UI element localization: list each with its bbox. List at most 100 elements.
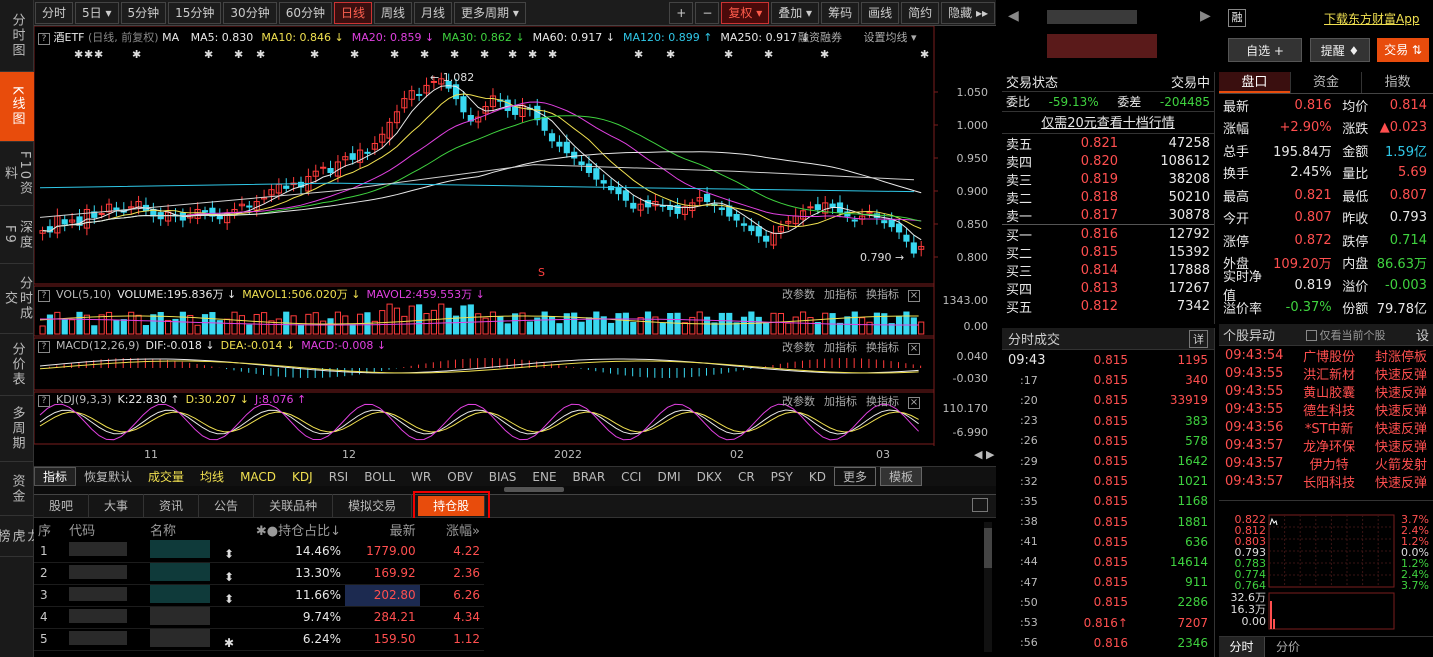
indicator-tab-17[interactable]: PSY [763, 470, 801, 484]
kdj-help-icon[interactable]: ? [38, 395, 50, 407]
indicator-tab-15[interactable]: DKX [689, 470, 730, 484]
mover-row[interactable]: 09:43:55 洪汇新材 快速反弹 [1219, 364, 1433, 383]
mover-row[interactable]: 09:43:57 伊力特 火箭发射 [1219, 454, 1433, 473]
kdj-link-0[interactable]: 改参数 [782, 395, 815, 408]
download-app-link[interactable]: 下载东方财富App [1324, 10, 1419, 27]
next-stock-icon[interactable]: ▶ [1200, 8, 1211, 24]
macd-close-icon[interactable]: × [908, 343, 920, 355]
ten-level-link[interactable]: 仅需20元查看十档行情 [1041, 116, 1175, 131]
info-tab-1[interactable]: 大事 [89, 494, 145, 518]
info-tab-5[interactable]: 模拟交易 [333, 494, 413, 518]
period-tab-8[interactable]: 月线 [414, 1, 453, 24]
ma-settings-link[interactable]: 设置均线 ▾ [864, 31, 917, 44]
holdings-row[interactable]: 1 ⬍ 14.46% 1779.00 4.22 [34, 540, 484, 562]
mover-row[interactable]: 09:43:57 长阳科技 快速反弹 [1219, 472, 1433, 491]
leftnav-item-4[interactable]: 分时成交 [0, 264, 34, 334]
indicator-tab-4[interactable]: MACD [232, 470, 284, 484]
mover-row[interactable]: 09:43:57 龙净环保 快速反弹 [1219, 436, 1433, 455]
holdings-header-3[interactable]: ✱●持仓占比↓ [241, 518, 345, 540]
mover-row[interactable]: 09:43:55 德生科技 快速反弹 [1219, 400, 1433, 419]
trade-button[interactable]: 交易 ⇅ [1377, 38, 1429, 62]
leftnav-item-1[interactable]: K线图 [0, 72, 34, 142]
indicator-tab-16[interactable]: CR [730, 470, 763, 484]
scroll-left-icon[interactable]: ◀ ▶ [974, 448, 995, 461]
alert-button[interactable]: 提醒 ♦ [1310, 38, 1370, 62]
period-tab-7[interactable]: 周线 [374, 1, 413, 24]
collapse-panel-icon[interactable] [972, 498, 988, 512]
holdings-row[interactable]: 4 9.74% 284.21 4.34 [34, 606, 484, 628]
indicator-tab-19[interactable]: 更多 [833, 467, 876, 486]
macd-link-1[interactable]: 加指标 [824, 341, 857, 354]
leftnav-item-3[interactable]: 深度F9 [0, 206, 34, 264]
vol-close-icon[interactable]: × [908, 290, 920, 302]
vol-link-0[interactable]: 改参数 [782, 288, 815, 301]
indicator-tab-10[interactable]: BIAS [481, 470, 525, 484]
buys-row[interactable]: 买四 0.813 17267 [1002, 279, 1214, 298]
add-watchlist-button[interactable]: 自选 + [1228, 38, 1302, 62]
vol-help-icon[interactable]: ? [38, 290, 50, 302]
mover-row[interactable]: 09:43:56 *ST中新 快速反弹 [1219, 418, 1433, 437]
quote-tab-0[interactable]: 盘口 [1219, 72, 1290, 93]
period-tab-3[interactable]: 15分钟 [168, 1, 222, 24]
toolbar-button-1[interactable]: − [695, 1, 720, 24]
info-tab-3[interactable]: 公告 [199, 494, 255, 518]
tick-detail-button[interactable]: 详 [1189, 329, 1208, 348]
kdj-link-2[interactable]: 换指标 [866, 395, 899, 408]
toolbar-button-6[interactable]: 简约 [901, 1, 940, 24]
prev-stock-icon[interactable]: ◀ [1008, 8, 1019, 24]
indicator-tab-5[interactable]: KDJ [284, 470, 321, 484]
leftnav-item-8[interactable]: 龙虎榜 [0, 516, 40, 557]
indicator-tab-2[interactable]: 成交量 [140, 468, 192, 485]
macd-link-0[interactable]: 改参数 [782, 341, 815, 354]
toolbar-button-0[interactable]: + [669, 1, 694, 24]
sells-row[interactable]: 卖一 0.817 30878 [1002, 206, 1214, 225]
movers-settings-button[interactable]: 设 [1416, 325, 1429, 344]
indicator-tab-7[interactable]: BOLL [356, 470, 403, 484]
holdings-header-2[interactable]: 名称 [146, 518, 241, 540]
kdj-link-1[interactable]: 加指标 [824, 395, 857, 408]
period-tab-9[interactable]: 更多周期 ▾ [454, 1, 526, 24]
holdings-row[interactable]: 5 ✱ 6.24% 159.50 1.12 [34, 628, 484, 650]
mini-intraday-svg[interactable]: 0.822 3.7%0.812 2.4%0.803 1.2%0.793 0.0%0.78… [1219, 501, 1433, 636]
buys-row[interactable]: 买三 0.814 17888 [1002, 261, 1214, 280]
mover-row[interactable]: 09:43:54 广博股份 封涨停板 [1219, 346, 1433, 365]
macd-link-2[interactable]: 换指标 [866, 341, 899, 354]
sells-row[interactable]: 卖四 0.820 108612 [1002, 152, 1214, 171]
splitter-handle[interactable] [504, 487, 564, 492]
movers-option[interactable]: 仅看当前个股 [1320, 329, 1386, 342]
sells-row[interactable]: 卖二 0.818 50210 [1002, 188, 1214, 207]
sells-row[interactable]: 卖三 0.819 38208 [1002, 170, 1214, 189]
leftnav-item-5[interactable]: 分价表 [0, 334, 34, 396]
leftnav-item-0[interactable]: 分时图 [0, 0, 34, 72]
leftnav-item-2[interactable]: F10资料 [0, 142, 34, 206]
period-tab-0[interactable]: 分时 [35, 1, 74, 24]
sells-row[interactable]: 卖五 0.821 47258 [1002, 134, 1214, 153]
indicator-tab-20[interactable]: 模板 [879, 467, 922, 486]
vol-link-1[interactable]: 加指标 [824, 288, 857, 301]
indicator-tab-11[interactable]: ENE [524, 470, 564, 484]
indicator-tab-6[interactable]: RSI [321, 470, 357, 484]
buys-row[interactable]: 买二 0.815 15392 [1002, 243, 1214, 262]
vol-link-2[interactable]: 换指标 [866, 288, 899, 301]
toolbar-button-7[interactable]: 隐藏 ▸▸ [941, 1, 995, 24]
holdings-scrollbar[interactable] [984, 522, 992, 652]
indicator-tab-12[interactable]: BRAR [565, 470, 614, 484]
quote-tab-1[interactable]: 资金 [1289, 72, 1362, 93]
period-tab-5[interactable]: 60分钟 [278, 1, 332, 24]
info-tab-6[interactable]: 持仓股 [413, 491, 491, 521]
holdings-header-4[interactable]: 最新 [345, 518, 420, 540]
holdings-row[interactable]: 3 ⬍ 11.66% 202.80 6.26 [34, 584, 484, 606]
toolbar-button-4[interactable]: 筹码 [821, 1, 860, 24]
holdings-header-1[interactable]: 代码 [65, 518, 146, 540]
kdj-close-icon[interactable]: × [908, 397, 920, 409]
kline-chart-area[interactable]: 1.050 1.000 0.950 0.900 0.850 0.800 ✱ ✱ ✱ ✱ ✱ ✱ ✱ ✱ ✱ ✱… [33, 25, 996, 466]
holdings-header-5[interactable]: 涨幅» [420, 518, 484, 540]
mini-tab-0[interactable]: 分时 [1219, 637, 1265, 657]
buys-row[interactable]: 买一 0.816 12792 [1002, 225, 1214, 244]
toolbar-button-3[interactable]: 叠加 ▾ [771, 1, 820, 24]
period-tab-1[interactable]: 5日 ▾ [75, 1, 119, 24]
quote-tab-2[interactable]: 指数 [1361, 72, 1433, 93]
period-tab-2[interactable]: 5分钟 [120, 1, 167, 24]
mini-tab-1[interactable]: 分价 [1265, 637, 1311, 657]
indicator-tab-1[interactable]: 恢复默认 [76, 468, 140, 485]
